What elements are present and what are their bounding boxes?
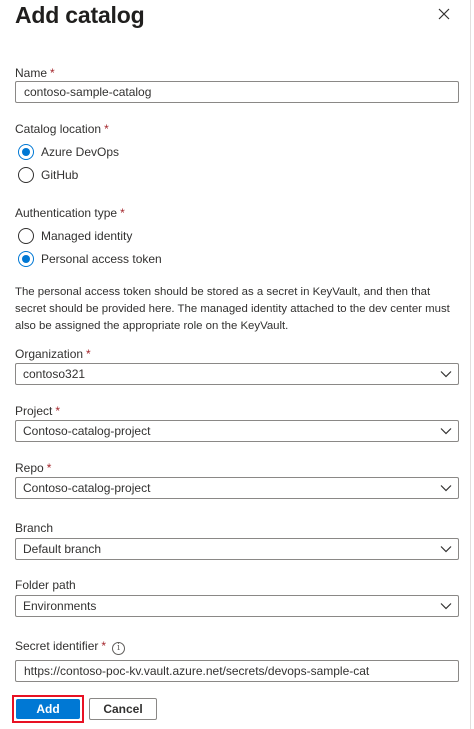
chevron-down-icon [440,603,452,610]
radio-label: Managed identity [41,229,133,243]
authentication-type-label: Authentication type * [15,206,125,220]
repo-label: Repo * [15,461,52,475]
chevron-down-icon [440,546,452,553]
branch-label: Branch [15,521,54,535]
secret-identifier-label: Secret identifier * i [15,639,126,655]
radio-label: Personal access token [41,252,162,266]
chevron-down-icon [440,485,452,492]
required-mark: * [86,347,91,361]
cancel-button[interactable]: Cancel [89,698,157,720]
add-catalog-panel: Add catalog Name* Catalog location* Azur… [0,0,471,729]
organization-label: Organization * [15,347,91,361]
dropdown-value: Environments [23,599,97,613]
chevron-down-icon [440,371,452,378]
add-button[interactable]: Add [16,699,80,719]
radio-button-selected[interactable] [18,144,34,160]
required-mark: * [120,206,125,220]
radio-personal-access-token[interactable]: Personal access token [18,249,162,269]
project-label: Project * [15,404,61,418]
required-mark: * [101,639,107,653]
radio-managed-identity[interactable]: Managed identity [18,226,132,246]
radio-label: GitHub [41,168,79,182]
name-input[interactable] [15,81,459,103]
required-mark: * [50,66,55,80]
dropdown-value: Contoso-catalog-project [23,424,151,438]
dropdown-value: Contoso-catalog-project [23,481,151,495]
name-label: Name * [15,66,55,80]
folder-path-label: Folder path [15,578,76,592]
dropdown-value: contoso321 [23,367,86,381]
close-icon[interactable] [434,4,454,24]
branch-dropdown[interactable]: Default branch [15,538,459,560]
radio-azure-devops[interactable]: Azure DevOps [18,142,119,162]
radio-label: Azure DevOps [41,145,120,159]
required-mark: * [46,461,52,475]
radio-button-selected[interactable] [18,251,34,267]
radio-github[interactable]: GitHub [18,165,78,185]
info-icon[interactable]: i [112,642,126,655]
radio-button[interactable] [18,228,34,244]
folder-path-dropdown[interactable]: Environments [15,595,459,617]
pat-info-text: The personal access token should be stor… [15,286,450,332]
radio-button[interactable] [18,167,34,183]
required-mark: * [104,122,109,136]
organization-dropdown[interactable]: contoso321 [15,363,459,385]
project-dropdown[interactable]: Contoso-catalog-project [15,420,459,442]
required-mark: * [55,404,61,418]
chevron-down-icon [440,428,452,435]
secret-identifier-input[interactable] [15,660,459,682]
add-button-highlight: Add [12,695,84,723]
catalog-location-label: Catalog location * [15,122,109,136]
repo-dropdown[interactable]: Contoso-catalog-project [15,477,459,499]
dropdown-value: Default branch [23,542,102,556]
panel-title: Add catalog [15,2,145,28]
